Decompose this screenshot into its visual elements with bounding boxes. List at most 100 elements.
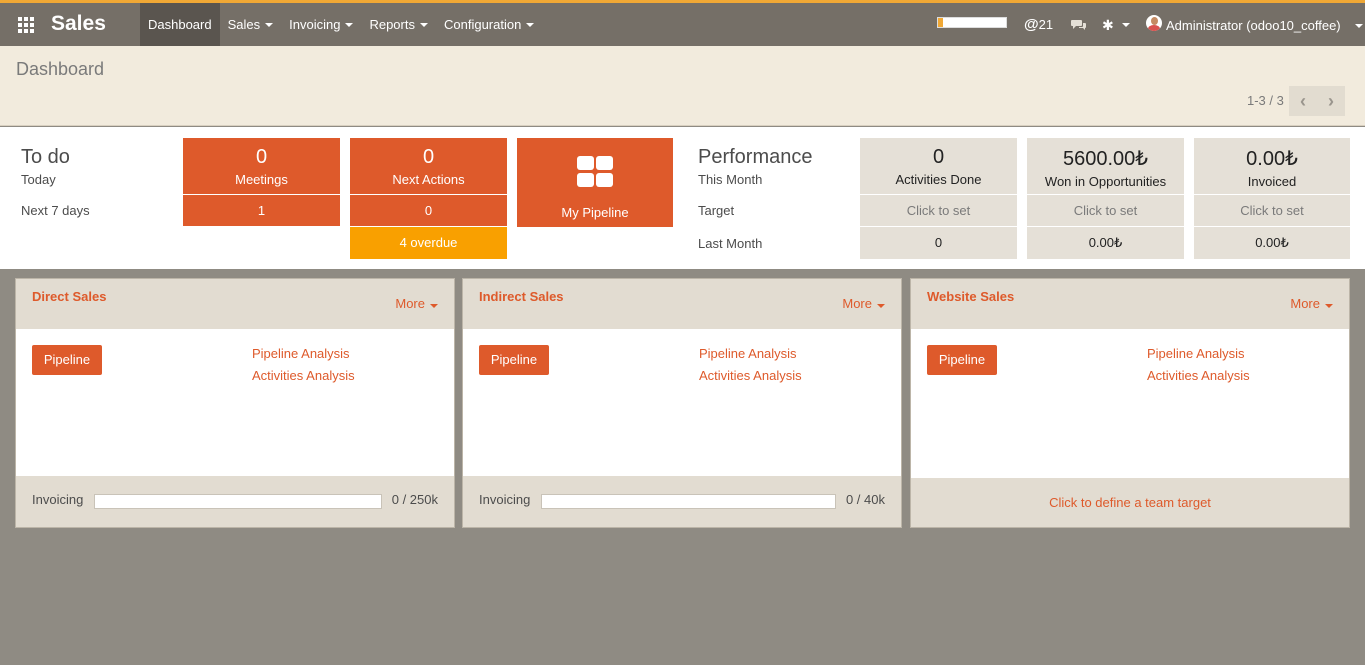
pipeline-analysis-link[interactable]: Pipeline Analysis (252, 346, 350, 361)
team-card-website-sales: Website Sales More Pipeline Pipeline Ana… (910, 278, 1350, 528)
define-team-target-link[interactable]: Click to define a team target (911, 495, 1349, 510)
chevron-down-icon (526, 22, 535, 27)
menu-dashboard-label: Dashboard (148, 17, 212, 32)
more-dropdown[interactable]: More (1290, 296, 1333, 311)
sales-dashboard-summary: To do Today Next 7 days 0 Meetings 1 0 N… (0, 127, 1365, 269)
chevron-down-icon (265, 22, 274, 27)
next-actions-tile[interactable]: 0 Next Actions (350, 138, 507, 194)
won-target[interactable]: Click to set (1027, 195, 1184, 226)
debug-bug-icon[interactable]: ✱ (1102, 17, 1114, 34)
activities-analysis-link[interactable]: Activities Analysis (252, 368, 355, 383)
activities-last-month: 0 (860, 227, 1017, 259)
card-header: Direct Sales More (16, 279, 454, 329)
won-opportunities-label: Won in Opportunities (1044, 174, 1167, 189)
won-opportunities-value: 5600.00₺ (1062, 148, 1149, 170)
my-pipeline-tile[interactable]: My Pipeline (517, 138, 673, 227)
menu-configuration-label: Configuration (443, 17, 522, 32)
card-footer: Invoicing 0 / 40k (463, 476, 901, 527)
more-dropdown[interactable]: More (842, 296, 885, 311)
chevron-down-icon (1122, 23, 1130, 27)
activities-analysis-link[interactable]: Activities Analysis (1147, 368, 1250, 383)
meetings-label: Meetings (235, 172, 288, 187)
team-name[interactable]: Direct Sales (32, 289, 106, 304)
apps-grid-icon[interactable] (18, 17, 34, 33)
won-opportunities-tile[interactable]: 5600.00₺ Won in Opportunities (1027, 138, 1184, 194)
control-panel: Dashboard 1-3 / 3 ‹ › (0, 46, 1365, 126)
pipeline-analysis-link[interactable]: Pipeline Analysis (699, 346, 797, 361)
chevron-down-icon (430, 304, 438, 308)
team-name[interactable]: Website Sales (927, 289, 1014, 304)
invoiced-label: Invoiced (1247, 174, 1297, 189)
top-navbar: Sales Dashboard Sales Invoicing Reports … (0, 0, 1365, 46)
menu-sales[interactable]: Sales (220, 3, 282, 46)
pipeline-button[interactable]: Pipeline (927, 345, 997, 375)
menu-dashboard[interactable]: Dashboard (140, 3, 220, 46)
pager-value: 1-3 / 3 (1247, 93, 1284, 108)
next-actions-count: 0 (422, 146, 435, 168)
next7-label: Next 7 days (21, 203, 90, 218)
activities-done-label: Activities Done (895, 172, 982, 187)
invoiced-tile[interactable]: 0.00₺ Invoiced (1194, 138, 1350, 194)
won-last-month: 0.00₺ (1027, 227, 1184, 259)
user-menu[interactable]: Administrator (odoo10_coffee) (1166, 18, 1341, 33)
card-footer: Invoicing 0 / 250k (16, 476, 454, 527)
breadcrumb: Dashboard (16, 59, 105, 79)
menu-configuration[interactable]: Configuration (436, 3, 542, 46)
kanban-icon (577, 156, 613, 187)
team-card-direct-sales: Direct Sales More Pipeline Pipeline Anal… (15, 278, 455, 528)
pipeline-analysis-link[interactable]: Pipeline Analysis (1147, 346, 1245, 361)
pager-buttons: ‹ › (1289, 86, 1345, 116)
activities-target[interactable]: Click to set (860, 195, 1017, 226)
invoicing-progress-bar (541, 494, 836, 509)
invoiced-last-month: 0.00₺ (1194, 227, 1350, 259)
invoicing-value[interactable]: 0 / 250k (392, 492, 438, 507)
todo-title: To do (21, 146, 70, 168)
meetings-tile[interactable]: 0 Meetings (183, 138, 340, 194)
previous-page-button[interactable]: ‹ (1289, 86, 1317, 116)
chevron-down-icon (419, 22, 428, 27)
mentions-indicator[interactable]: @21 (1024, 16, 1053, 33)
my-pipeline-label: My Pipeline (561, 205, 629, 220)
mentions-count: 21 (1038, 17, 1054, 32)
more-label: More (1290, 296, 1320, 311)
next-actions-label: Next Actions (392, 172, 465, 187)
invoicing-progress-bar (94, 494, 382, 509)
overdue-badge[interactable]: 4 overdue (350, 227, 507, 259)
chevron-down-icon (1325, 304, 1333, 308)
card-header: Indirect Sales More (463, 279, 901, 329)
more-label: More (842, 296, 872, 311)
last-month-label: Last Month (698, 236, 763, 251)
more-label: More (395, 296, 425, 311)
planner-progress-fill (938, 18, 943, 27)
today-label: Today (21, 172, 56, 187)
performance-title: Performance (698, 146, 813, 168)
chevron-down-icon (877, 304, 885, 308)
menu-reports-label: Reports (369, 17, 415, 32)
invoiced-target[interactable]: Click to set (1194, 195, 1350, 226)
this-month-label: This Month (698, 172, 763, 187)
invoiced-value: 0.00₺ (1246, 148, 1298, 170)
chevron-down-icon (345, 22, 354, 27)
card-footer: Click to define a team target (911, 478, 1349, 527)
meetings-count: 0 (255, 146, 268, 168)
pipeline-button[interactable]: Pipeline (479, 345, 549, 375)
next-page-button[interactable]: › (1317, 86, 1345, 116)
activities-analysis-link[interactable]: Activities Analysis (699, 368, 802, 383)
menu-invoicing[interactable]: Invoicing (281, 3, 361, 46)
menu-reports[interactable]: Reports (361, 3, 436, 46)
activities-done-tile[interactable]: 0 Activities Done (860, 138, 1017, 194)
at-icon: @ (1024, 16, 1039, 33)
main-menu: Dashboard Sales Invoicing Reports Config… (140, 3, 542, 46)
invoicing-value[interactable]: 0 / 40k (846, 492, 885, 507)
invoicing-label: Invoicing (479, 492, 531, 507)
invoicing-label: Invoicing (32, 492, 84, 507)
pipeline-button[interactable]: Pipeline (32, 345, 102, 375)
meetings-next7[interactable]: 1 (183, 195, 340, 226)
planner-progress-bar[interactable] (937, 17, 1007, 28)
more-dropdown[interactable]: More (395, 296, 438, 311)
chat-icon[interactable] (1071, 19, 1087, 31)
team-name[interactable]: Indirect Sales (479, 289, 564, 304)
next-actions-next7[interactable]: 0 (350, 195, 507, 226)
app-brand[interactable]: Sales (51, 12, 106, 36)
avatar[interactable] (1146, 15, 1162, 31)
